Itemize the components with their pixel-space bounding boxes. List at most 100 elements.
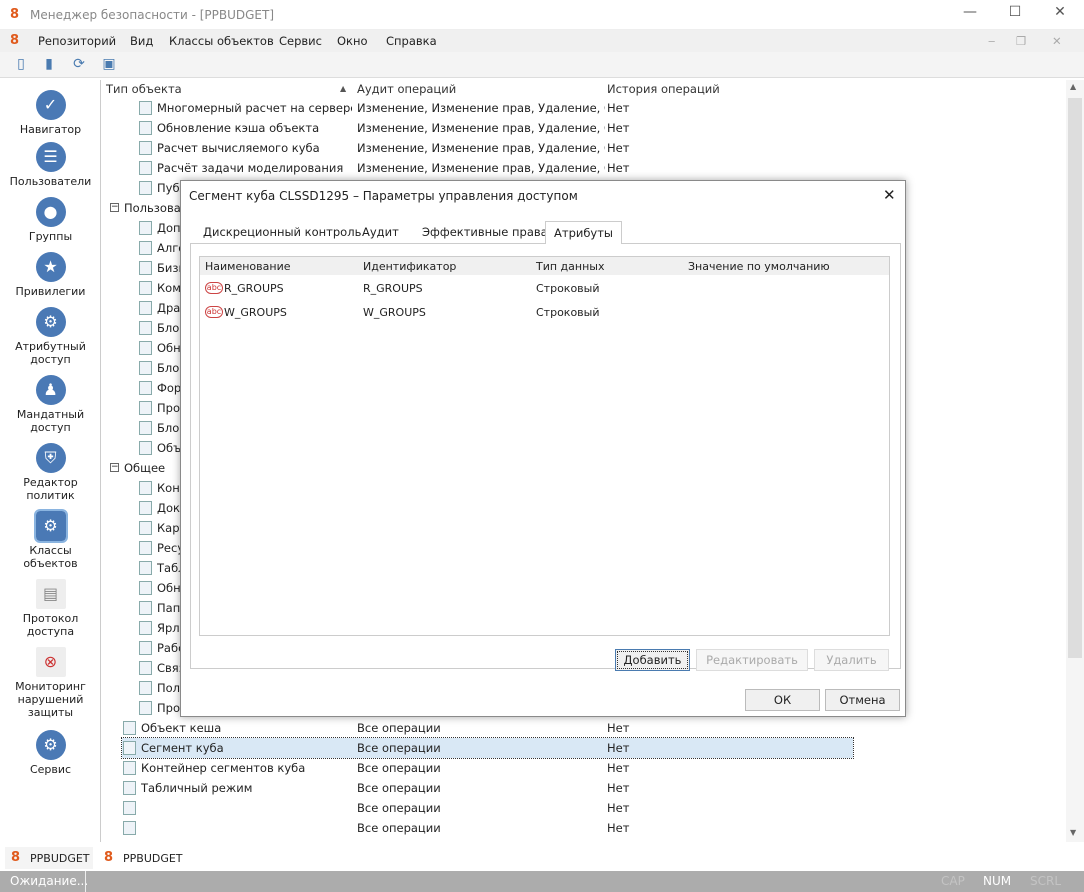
cancel-button[interactable]: Отмена — [825, 689, 900, 711]
mdi-restore-icon[interactable]: ❐ — [1016, 34, 1026, 48]
edit-button[interactable]: Редактировать — [696, 649, 808, 671]
policy-editor-icon: ⛨ — [35, 443, 66, 473]
object-type-icon — [139, 141, 152, 155]
history-value: Нет — [607, 741, 630, 755]
object-type-icon — [139, 681, 152, 695]
menu-help[interactable]: Справка — [386, 34, 437, 48]
sidebar-item-policy-editor[interactable]: ⛨ Редактор политик — [0, 443, 101, 502]
object-type-icon — [139, 221, 152, 235]
object-type-icon — [139, 261, 152, 275]
vertical-scrollbar[interactable]: ▲ ▼ — [1066, 80, 1084, 842]
table-row[interactable]: abc R_GROUPS R_GROUPS Строковый — [200, 277, 889, 299]
menu-view[interactable]: Вид — [130, 34, 153, 48]
delete-button[interactable]: Удалить — [814, 649, 889, 671]
object-type-icon — [139, 501, 152, 515]
type-name: Объект кеша — [141, 721, 222, 735]
table-row[interactable]: Расчет вычисляемого куба Изменение, Измен… — [102, 138, 862, 158]
refresh-icon[interactable]: ⟳ — [70, 56, 88, 74]
doc-tab-ppbudget-2[interactable]: 8 PPBUDGET — [98, 847, 186, 869]
col-default[interactable]: Значение по умолчанию — [688, 260, 830, 273]
tab-panel: Наименование Идентификатор Тип данных Зн… — [190, 243, 901, 671]
menu-object-classes[interactable]: Классы объектов — [169, 34, 274, 48]
object-type-icon — [123, 741, 136, 755]
object-type-icon — [123, 781, 136, 795]
col-datatype[interactable]: Тип данных — [536, 260, 604, 273]
minimize-button[interactable]: — — [955, 4, 985, 26]
table-row[interactable]: Расчёт задачи моделирования Изменение, Из… — [102, 158, 862, 178]
type-name: Обновление кэша объекта — [157, 121, 320, 135]
tab-effective-rights[interactable]: Эффективные права — [414, 221, 556, 243]
table-header: Наименование Идентификатор Тип данных Зн… — [200, 257, 889, 275]
col-name[interactable]: Наименование — [205, 260, 290, 273]
history-value: Нет — [607, 761, 630, 775]
sidebar-item-attribute-access[interactable]: ⚙ Атрибутный доступ — [0, 307, 101, 366]
sidebar-item-users[interactable]: ☰ Пользователи — [0, 142, 101, 188]
type-name: Многомерный расчет на сервере ... — [157, 101, 352, 115]
sidebar-item-navigator[interactable]: ✓ Навигатор — [0, 90, 101, 136]
string-attribute-icon: abc — [205, 282, 223, 294]
sidebar-item-monitoring[interactable]: ⊗ Мониторинг нарушений защиты — [0, 647, 101, 719]
column-header-type[interactable]: Тип объекта — [106, 80, 182, 98]
scrollbar-thumb[interactable] — [1068, 98, 1082, 658]
menu-service[interactable]: Сервис — [279, 34, 322, 48]
tab-audit[interactable]: Аудит — [354, 221, 407, 243]
sidebar-item-object-classes[interactable]: ⚙ Классы объектов — [0, 509, 101, 570]
properties-icon[interactable]: ▮ — [40, 56, 58, 74]
column-header-audit[interactable]: Аудит операций — [357, 80, 456, 98]
dialog-close-button[interactable]: ✕ — [883, 186, 896, 204]
tab-attributes[interactable]: Атрибуты — [545, 221, 623, 244]
table-row[interactable]: Обновление кэша объекта Изменение, Измене… — [102, 118, 862, 138]
sidebar-item-service[interactable]: ⚙ Сервис — [0, 730, 101, 776]
collapse-icon[interactable]: − — [110, 463, 119, 472]
table-row[interactable]: Контейнер сегментов куба Все операции Нет — [102, 758, 862, 778]
table-row[interactable]: Табличный режим Все операции Нет — [102, 778, 862, 798]
menu-repository[interactable]: Репозиторий — [38, 34, 116, 48]
type-name: Контейнер сегментов куба — [141, 761, 306, 775]
audit-value: Все операции — [357, 741, 441, 755]
col-identifier[interactable]: Идентификатор — [363, 260, 456, 273]
maximize-button[interactable]: ☐ — [1000, 4, 1030, 26]
mandatory-access-icon: ♟ — [35, 375, 66, 405]
title-bar: 8 Менеджер безопасности - [PPBUDGET] — ☐… — [0, 0, 1084, 30]
object-type-icon — [139, 301, 152, 315]
close-button[interactable]: ✕ — [1045, 4, 1075, 26]
add-button[interactable]: Добавить — [615, 649, 690, 671]
menu-window[interactable]: Окно — [337, 34, 368, 48]
table-row[interactable]: abc W_GROUPS W_GROUPS Строковый — [200, 301, 889, 323]
column-header-history[interactable]: История операций — [607, 80, 720, 98]
scroll-lock-indicator: SCRL — [1030, 874, 1062, 888]
monitoring-icon: ⊗ — [35, 647, 66, 677]
mdi-minimize-icon[interactable]: ‒ — [988, 34, 995, 48]
table-row[interactable]: Все операции Нет — [102, 818, 862, 838]
window-title: Менеджер безопасности - [PPBUDGET] — [30, 8, 275, 22]
menu-bar: 8 Репозиторий Вид Классы объектов Сервис… — [0, 30, 1084, 52]
table-row[interactable]: Сегмент куба Все операции Нет — [121, 737, 854, 759]
history-value: Нет — [607, 821, 630, 835]
sidebar-item-privileges[interactable]: ★ Привилегии — [0, 252, 101, 298]
mdi-close-icon[interactable]: ✕ — [1052, 34, 1062, 48]
object-type-icon — [139, 581, 152, 595]
scroll-up-icon[interactable]: ▲ — [1070, 82, 1076, 91]
sort-asc-icon: ▲ — [340, 84, 347, 93]
type-name: Табличный режим — [141, 781, 253, 795]
doc-tab-ppbudget-1[interactable]: 8 PPBUDGET — [5, 847, 93, 869]
history-value: Нет — [607, 161, 630, 175]
open-icon[interactable]: ▯ — [12, 56, 30, 74]
table-row[interactable]: Многомерный расчет на сервере ... Изменен… — [102, 98, 862, 118]
object-type-icon — [139, 481, 152, 495]
table-row[interactable]: Объект кеша Все операции Нет — [102, 718, 862, 738]
save-icon[interactable]: ▣ — [100, 56, 118, 74]
scroll-down-icon[interactable]: ▼ — [1070, 828, 1076, 837]
sidebar-item-access-log[interactable]: ▤ Протокол доступа — [0, 579, 101, 638]
ok-button[interactable]: ОК — [745, 689, 820, 711]
sidebar-item-mandatory-access[interactable]: ♟ Мандатный доступ — [0, 375, 101, 434]
object-type-icon — [139, 661, 152, 675]
table-row[interactable]: Все операции Нет — [102, 798, 862, 818]
object-type-icon — [139, 701, 152, 715]
audit-value: Все операции — [357, 781, 441, 795]
tab-discretionary[interactable]: Дискреционный контроль — [195, 221, 369, 243]
history-value: Нет — [607, 141, 630, 155]
collapse-icon[interactable]: − — [110, 203, 119, 212]
sidebar-item-groups[interactable]: ● Группы — [0, 197, 101, 243]
history-value: Нет — [607, 101, 630, 115]
